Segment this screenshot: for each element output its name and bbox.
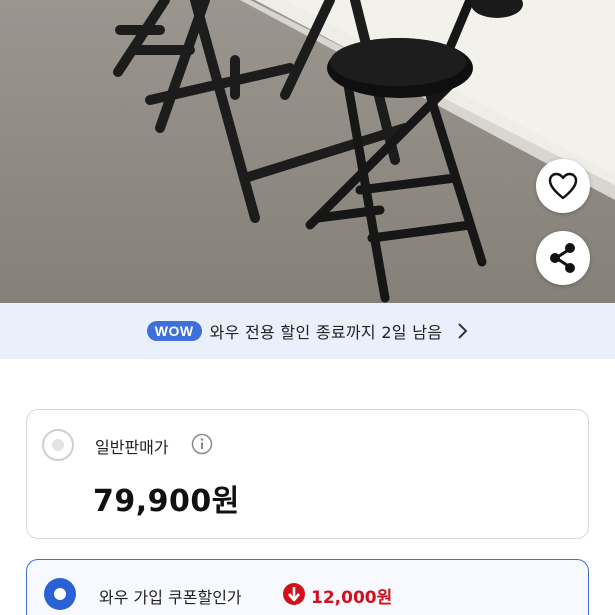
wow-badge: WOW [146, 321, 202, 341]
info-icon[interactable] [191, 433, 213, 459]
heart-outline-icon [548, 172, 578, 200]
arrow-down-circle-icon [282, 582, 306, 610]
wow-discount-banner[interactable]: WOW 와우 전용 할인 종료까지 2일 남음 [0, 303, 615, 359]
like-button[interactable] [536, 159, 590, 213]
chevron-right-icon [456, 322, 468, 340]
regular-price-label: 일반판매가 [95, 438, 169, 457]
product-image [0, 0, 615, 303]
coupon-discount-amount: 12,000원 [311, 588, 393, 608]
coupon-price-option[interactable]: 와우 가입 쿠폰할인가 12,000원 [26, 559, 589, 615]
wow-banner-text: 와우 전용 할인 종료까지 2일 남음 [209, 323, 443, 342]
radio-coupon-price[interactable] [44, 578, 76, 610]
regular-price-value: 79,900원 [93, 484, 240, 519]
regular-price-option[interactable]: 일반판매가 79,900원 [26, 409, 589, 539]
share-icon [550, 243, 575, 273]
product-photo [0, 0, 615, 303]
share-button[interactable] [536, 231, 590, 285]
coupon-price-label: 와우 가입 쿠폰할인가 [99, 588, 242, 607]
radio-regular-price[interactable] [42, 429, 74, 461]
